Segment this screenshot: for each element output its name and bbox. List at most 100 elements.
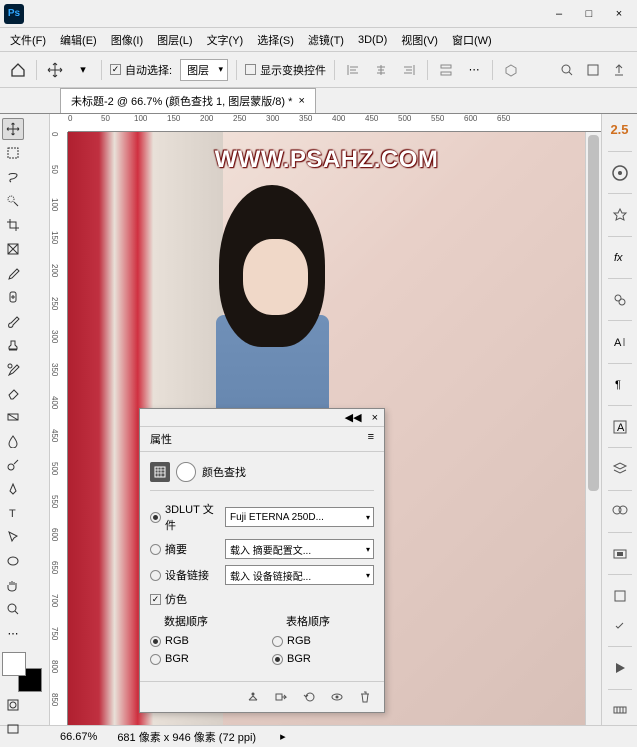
healing-tool[interactable]: [2, 286, 24, 308]
move-tool[interactable]: [2, 118, 24, 140]
menu-layer[interactable]: 图层(L): [151, 29, 198, 51]
more-options-icon[interactable]: ⋯: [464, 60, 484, 80]
collapse-icon[interactable]: ◀◀: [345, 411, 362, 424]
previous-state-icon[interactable]: [272, 688, 290, 706]
menu-file[interactable]: 文件(F): [4, 29, 52, 51]
menu-image[interactable]: 图像(I): [105, 29, 149, 51]
adjustments-panel-icon[interactable]: [608, 289, 632, 310]
auto-select-checkbox[interactable]: 自动选择:: [110, 62, 172, 78]
delete-icon[interactable]: [356, 688, 374, 706]
eraser-tool[interactable]: [2, 382, 24, 404]
minimize-button[interactable]: –: [545, 4, 573, 24]
panel-menu-icon[interactable]: ≡: [368, 431, 374, 443]
color-panel-icon[interactable]: [608, 162, 632, 183]
search-icon[interactable]: [557, 60, 577, 80]
distribute-icon[interactable]: [436, 60, 456, 80]
color-swatches[interactable]: [2, 652, 42, 692]
actions-panel-icon[interactable]: [608, 585, 632, 606]
align-right-icon[interactable]: [399, 60, 419, 80]
play-icon[interactable]: [608, 657, 632, 678]
menu-edit[interactable]: 编辑(E): [54, 29, 103, 51]
edit-toolbar[interactable]: ⋯: [2, 622, 24, 644]
mask-icon[interactable]: [176, 462, 196, 482]
screen-mode-tool[interactable]: [2, 718, 24, 740]
panel-footer: [140, 681, 384, 712]
history-brush-tool[interactable]: [2, 358, 24, 380]
move-icon[interactable]: [45, 60, 65, 80]
home-icon[interactable]: [8, 60, 28, 80]
shape-tool[interactable]: [2, 550, 24, 572]
workspace-icon[interactable]: [583, 60, 603, 80]
clip-to-layer-icon[interactable]: [244, 688, 262, 706]
checkbox-dither[interactable]: [150, 594, 161, 605]
radio-table-rgb[interactable]: [272, 636, 283, 647]
crop-tool[interactable]: [2, 214, 24, 236]
paths-panel-icon[interactable]: [608, 543, 632, 564]
align-center-h-icon[interactable]: [371, 60, 391, 80]
character-panel-icon[interactable]: A: [608, 331, 632, 352]
channels-panel-icon[interactable]: [608, 501, 632, 522]
gradient-tool[interactable]: [2, 406, 24, 428]
blur-tool[interactable]: [2, 430, 24, 452]
styles-panel-icon[interactable]: fx: [608, 247, 632, 268]
menu-window[interactable]: 窗口(W): [446, 29, 498, 51]
stamp-tool[interactable]: [2, 334, 24, 356]
statusbar-chevron-icon[interactable]: ▸: [280, 730, 286, 743]
ruler-vertical[interactable]: 0501001502002503003504004505005506006507…: [50, 132, 68, 725]
type-tool[interactable]: T: [2, 502, 24, 524]
menu-view[interactable]: 视图(V): [395, 29, 444, 51]
radio-table-bgr[interactable]: [272, 654, 283, 665]
frame-tool[interactable]: [2, 238, 24, 260]
radio-data-bgr[interactable]: [150, 654, 161, 665]
path-select-tool[interactable]: [2, 526, 24, 548]
quick-mask-tool[interactable]: [2, 694, 24, 716]
close-button[interactable]: ×: [605, 4, 633, 24]
radio-data-rgb[interactable]: [150, 636, 161, 647]
dodge-tool[interactable]: [2, 454, 24, 476]
titlebar: Ps – □ ×: [0, 0, 637, 28]
history-panel-icon[interactable]: [608, 615, 632, 636]
panel-close-icon[interactable]: ×: [372, 412, 378, 424]
radio-3dlut[interactable]: [150, 512, 161, 523]
glyphs-panel-icon[interactable]: A: [608, 416, 632, 437]
vertical-scrollbar[interactable]: [585, 132, 601, 725]
menu-type[interactable]: 文字(Y): [201, 29, 250, 51]
foreground-color[interactable]: [2, 652, 26, 676]
brush-size-value[interactable]: 2.5: [606, 118, 632, 141]
visibility-icon[interactable]: [328, 688, 346, 706]
tab-close-icon[interactable]: ×: [298, 95, 304, 107]
radio-abstract[interactable]: [150, 544, 161, 555]
panel-header[interactable]: ◀◀ ×: [140, 409, 384, 427]
quick-select-tool[interactable]: [2, 190, 24, 212]
layers-panel-icon[interactable]: [608, 458, 632, 479]
ruler-horizontal[interactable]: 050100150200250300350400450500550600650: [68, 114, 601, 132]
swatches-panel-icon[interactable]: [608, 204, 632, 225]
dropdown-abstract[interactable]: 载入 摘要配置文...: [225, 539, 374, 559]
3d-mode-icon[interactable]: [501, 60, 521, 80]
dropdown-device[interactable]: 载入 设备链接配...: [225, 565, 374, 585]
align-left-icon[interactable]: [343, 60, 363, 80]
menu-select[interactable]: 选择(S): [251, 29, 300, 51]
zoom-level[interactable]: 66.67%: [60, 731, 97, 743]
brush-tool[interactable]: [2, 310, 24, 332]
show-transform-checkbox[interactable]: 显示变换控件: [245, 62, 326, 78]
share-icon[interactable]: [609, 60, 629, 80]
menu-3d[interactable]: 3D(D): [352, 31, 393, 49]
maximize-button[interactable]: □: [575, 4, 603, 24]
hand-tool[interactable]: [2, 574, 24, 596]
reset-icon[interactable]: [300, 688, 318, 706]
lasso-tool[interactable]: [2, 166, 24, 188]
marquee-tool[interactable]: [2, 142, 24, 164]
zoom-tool[interactable]: [2, 598, 24, 620]
timeline-panel-icon[interactable]: [608, 699, 632, 720]
eyedropper-tool[interactable]: [2, 262, 24, 284]
document-tab[interactable]: 未标题-2 @ 66.7% (颜色查找 1, 图层蒙版/8) * ×: [60, 88, 316, 113]
menu-filter[interactable]: 滤镜(T): [302, 29, 350, 51]
paragraph-panel-icon[interactable]: ¶: [608, 374, 632, 395]
pen-tool[interactable]: [2, 478, 24, 500]
dropdown-icon[interactable]: ▾: [73, 60, 93, 80]
dropdown-3dlut[interactable]: Fuji ETERNA 250D...: [225, 507, 374, 527]
auto-select-target-dropdown[interactable]: 图层: [180, 59, 228, 81]
panel-tab-properties[interactable]: 属性 ≡: [140, 427, 384, 452]
radio-device[interactable]: [150, 570, 161, 581]
